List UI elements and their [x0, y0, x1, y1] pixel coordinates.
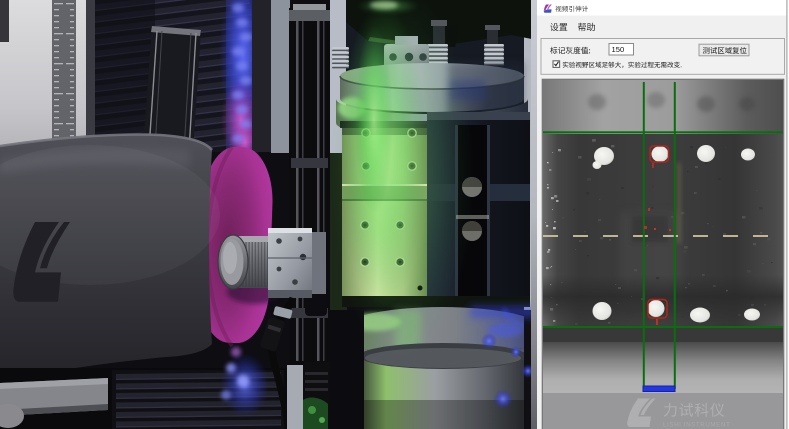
svg-text:150: 150 [612, 45, 625, 54]
svg-text:LISHI INSTRUMENT: LISHI INSTRUMENT [663, 422, 730, 429]
